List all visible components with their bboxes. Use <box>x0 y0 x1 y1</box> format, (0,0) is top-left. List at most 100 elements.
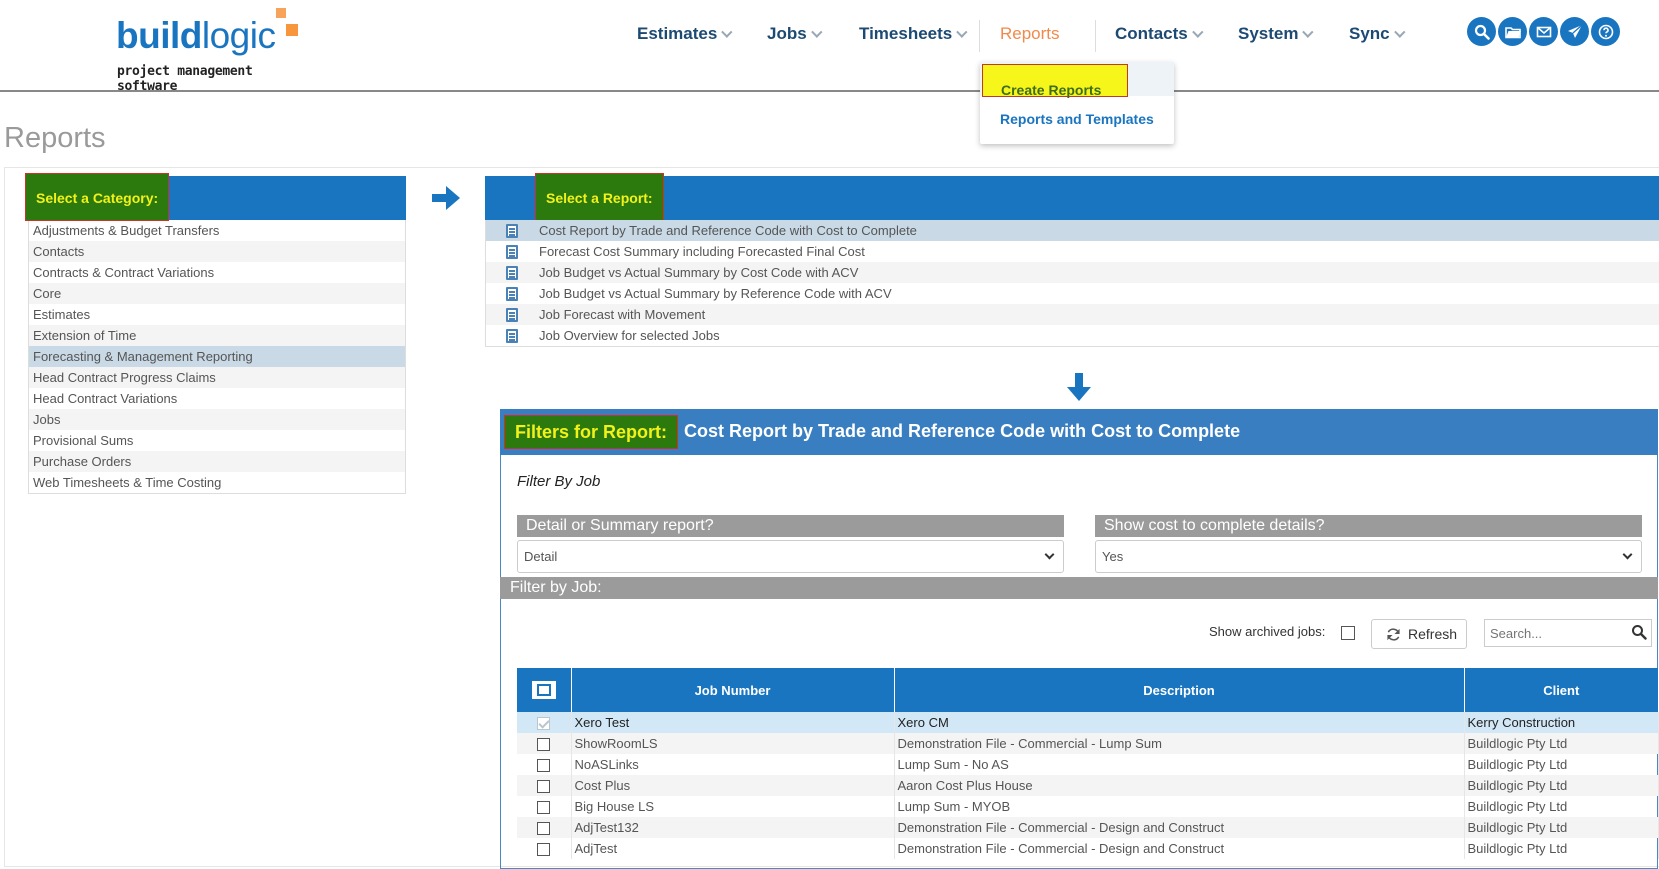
cell-job-number: Cost Plus <box>571 775 895 796</box>
cost-to-complete-label: Show cost to complete details? <box>1095 515 1642 537</box>
report-item[interactable]: Job Overview for selected Jobs <box>486 325 1659 346</box>
cell-description: Lump Sum - MYOB <box>894 796 1465 817</box>
cell-description: Xero CM <box>894 712 1465 733</box>
table-row[interactable]: ShowRoomLS Demonstration File - Commerci… <box>517 733 1659 754</box>
report-item[interactable]: Job Budget vs Actual Summary by Referenc… <box>486 283 1659 304</box>
col-client[interactable]: Client <box>1464 668 1659 712</box>
cell-client: Buildlogic Pty Ltd <box>1464 796 1659 817</box>
cell-job-number: NoASLinks <box>571 754 895 775</box>
row-checkbox[interactable] <box>537 759 551 773</box>
category-item[interactable]: Jobs <box>29 409 405 430</box>
row-checkbox-cell <box>517 838 572 859</box>
menu-item-create-reports[interactable]: Create Reports <box>980 62 1174 98</box>
nav-timesheets[interactable]: Timesheets <box>859 24 968 44</box>
table-row[interactable]: Xero Test Xero CM Kerry Construction <box>517 712 1659 733</box>
table-row[interactable]: AdjTest Demonstration File - Commercial … <box>517 838 1659 859</box>
row-checkbox[interactable] <box>537 822 551 836</box>
logo-square-small <box>276 8 286 18</box>
app-header: buildlogic project management software E… <box>0 0 1659 94</box>
report-panel-header: Select a Report: <box>485 173 1659 221</box>
jobs-table-header: Job Number Description Client <box>517 668 1659 712</box>
category-item[interactable]: Contacts <box>29 241 405 262</box>
folder-icon[interactable] <box>1498 17 1527 46</box>
cell-job-number: ShowRoomLS <box>571 733 895 754</box>
search-icon[interactable] <box>1631 624 1647 640</box>
show-archived-label: Show archived jobs: <box>1209 624 1326 639</box>
refresh-button[interactable]: Refresh <box>1371 619 1467 649</box>
report-item-label: Job Overview for selected Jobs <box>539 328 720 343</box>
report-document-icon <box>506 308 518 322</box>
chevron-down-icon <box>956 26 968 38</box>
mail-icon[interactable] <box>1529 17 1558 46</box>
row-checkbox[interactable] <box>537 738 551 752</box>
send-icon[interactable] <box>1560 17 1589 46</box>
nav-divider <box>1095 20 1096 52</box>
row-checkbox[interactable] <box>537 801 551 815</box>
report-filters-panel: Filters for Report: Cost Report by Trade… <box>500 409 1659 869</box>
category-item[interactable]: Core <box>29 283 405 304</box>
menu-item-reports-and-templates[interactable]: Reports and Templates <box>980 102 1174 136</box>
select-all-checkbox[interactable] <box>531 680 556 700</box>
row-checkbox[interactable] <box>537 780 551 794</box>
table-row[interactable]: Cost Plus Aaron Cost Plus House Buildlog… <box>517 775 1659 796</box>
help-icon[interactable] <box>1591 17 1620 46</box>
row-checkbox[interactable] <box>537 717 551 731</box>
table-row[interactable]: Big House LS Lump Sum - MYOB Buildlogic … <box>517 796 1659 817</box>
cell-client: Kerry Construction <box>1464 712 1659 733</box>
report-item-selected[interactable]: Cost Report by Trade and Reference Code … <box>486 220 1659 241</box>
cell-client: Buildlogic Pty Ltd <box>1464 754 1659 775</box>
nav-contacts-label: Contacts <box>1115 24 1188 43</box>
col-job-number[interactable]: Job Number <box>571 668 895 712</box>
report-panel: Select a Report: Cost Report by Trade an… <box>485 173 1659 347</box>
jobs-table: Job Number Description Client Xero Test … <box>517 668 1659 859</box>
category-item[interactable]: Provisional Sums <box>29 430 405 451</box>
report-item[interactable]: Job Forecast with Movement <box>486 304 1659 325</box>
cell-description: Demonstration File - Commercial - Design… <box>894 838 1465 859</box>
cell-client: Buildlogic Pty Ltd <box>1464 817 1659 838</box>
arrow-right-icon <box>432 186 460 210</box>
category-item[interactable]: Extension of Time <box>29 325 405 346</box>
filter-by-job-bar: Filter by Job: <box>500 577 1658 599</box>
category-item[interactable]: Adjustments & Budget Transfers <box>29 220 405 241</box>
category-item[interactable]: Estimates <box>29 304 405 325</box>
logo-logic-text: logic <box>201 15 276 56</box>
detail-summary-select[interactable]: Detail <box>517 540 1064 573</box>
report-item-label: Job Budget vs Actual Summary by Referenc… <box>539 286 892 301</box>
cell-description: Aaron Cost Plus House <box>894 775 1465 796</box>
logo-wordmark: buildlogic <box>116 15 276 56</box>
report-document-icon <box>506 329 518 343</box>
category-item[interactable]: Purchase Orders <box>29 451 405 472</box>
cell-job-number: Xero Test <box>571 712 895 733</box>
row-checkbox[interactable] <box>537 843 551 857</box>
category-item-selected[interactable]: Forecasting & Management Reporting <box>29 346 405 367</box>
nav-contacts[interactable]: Contacts <box>1115 24 1204 44</box>
category-heading-badge: Select a Category: <box>25 173 170 221</box>
show-archived-checkbox[interactable] <box>1341 626 1355 640</box>
nav-sync[interactable]: Sync <box>1349 24 1406 44</box>
nav-timesheets-label: Timesheets <box>859 24 953 43</box>
row-checkbox-cell <box>517 733 572 754</box>
report-item-label: Cost Report by Trade and Reference Code … <box>539 223 917 238</box>
nav-reports[interactable]: Reports <box>1000 24 1060 44</box>
cell-job-number: Big House LS <box>571 796 895 817</box>
category-item[interactable]: Head Contract Progress Claims <box>29 367 405 388</box>
table-row[interactable]: AdjTest132 Demonstration File - Commerci… <box>517 817 1659 838</box>
col-description[interactable]: Description <box>894 668 1465 712</box>
job-search-input[interactable] <box>1484 619 1652 647</box>
checkbox-square-icon <box>534 682 553 699</box>
cost-to-complete-select[interactable]: Yes <box>1095 540 1642 573</box>
reports-dropdown-menu: Create Reports Reports and Templates <box>980 62 1174 144</box>
table-row[interactable]: NoASLinks Lump Sum - No AS Buildlogic Pt… <box>517 754 1659 775</box>
category-item[interactable]: Contracts & Contract Variations <box>29 262 405 283</box>
report-item[interactable]: Job Budget vs Actual Summary by Cost Cod… <box>486 262 1659 283</box>
report-item[interactable]: Forecast Cost Summary including Forecast… <box>486 241 1659 262</box>
nav-system[interactable]: System <box>1238 24 1314 44</box>
category-item[interactable]: Head Contract Variations <box>29 388 405 409</box>
nav-jobs[interactable]: Jobs <box>767 24 823 44</box>
nav-estimates-label: Estimates <box>637 24 718 43</box>
category-item[interactable]: Web Timesheets & Time Costing <box>29 472 405 493</box>
filters-report-title: Cost Report by Trade and Reference Code … <box>684 421 1241 441</box>
buildlogic-logo[interactable]: buildlogic project management software <box>116 8 306 94</box>
nav-estimates[interactable]: Estimates <box>637 24 733 44</box>
search-icon[interactable] <box>1467 17 1496 46</box>
